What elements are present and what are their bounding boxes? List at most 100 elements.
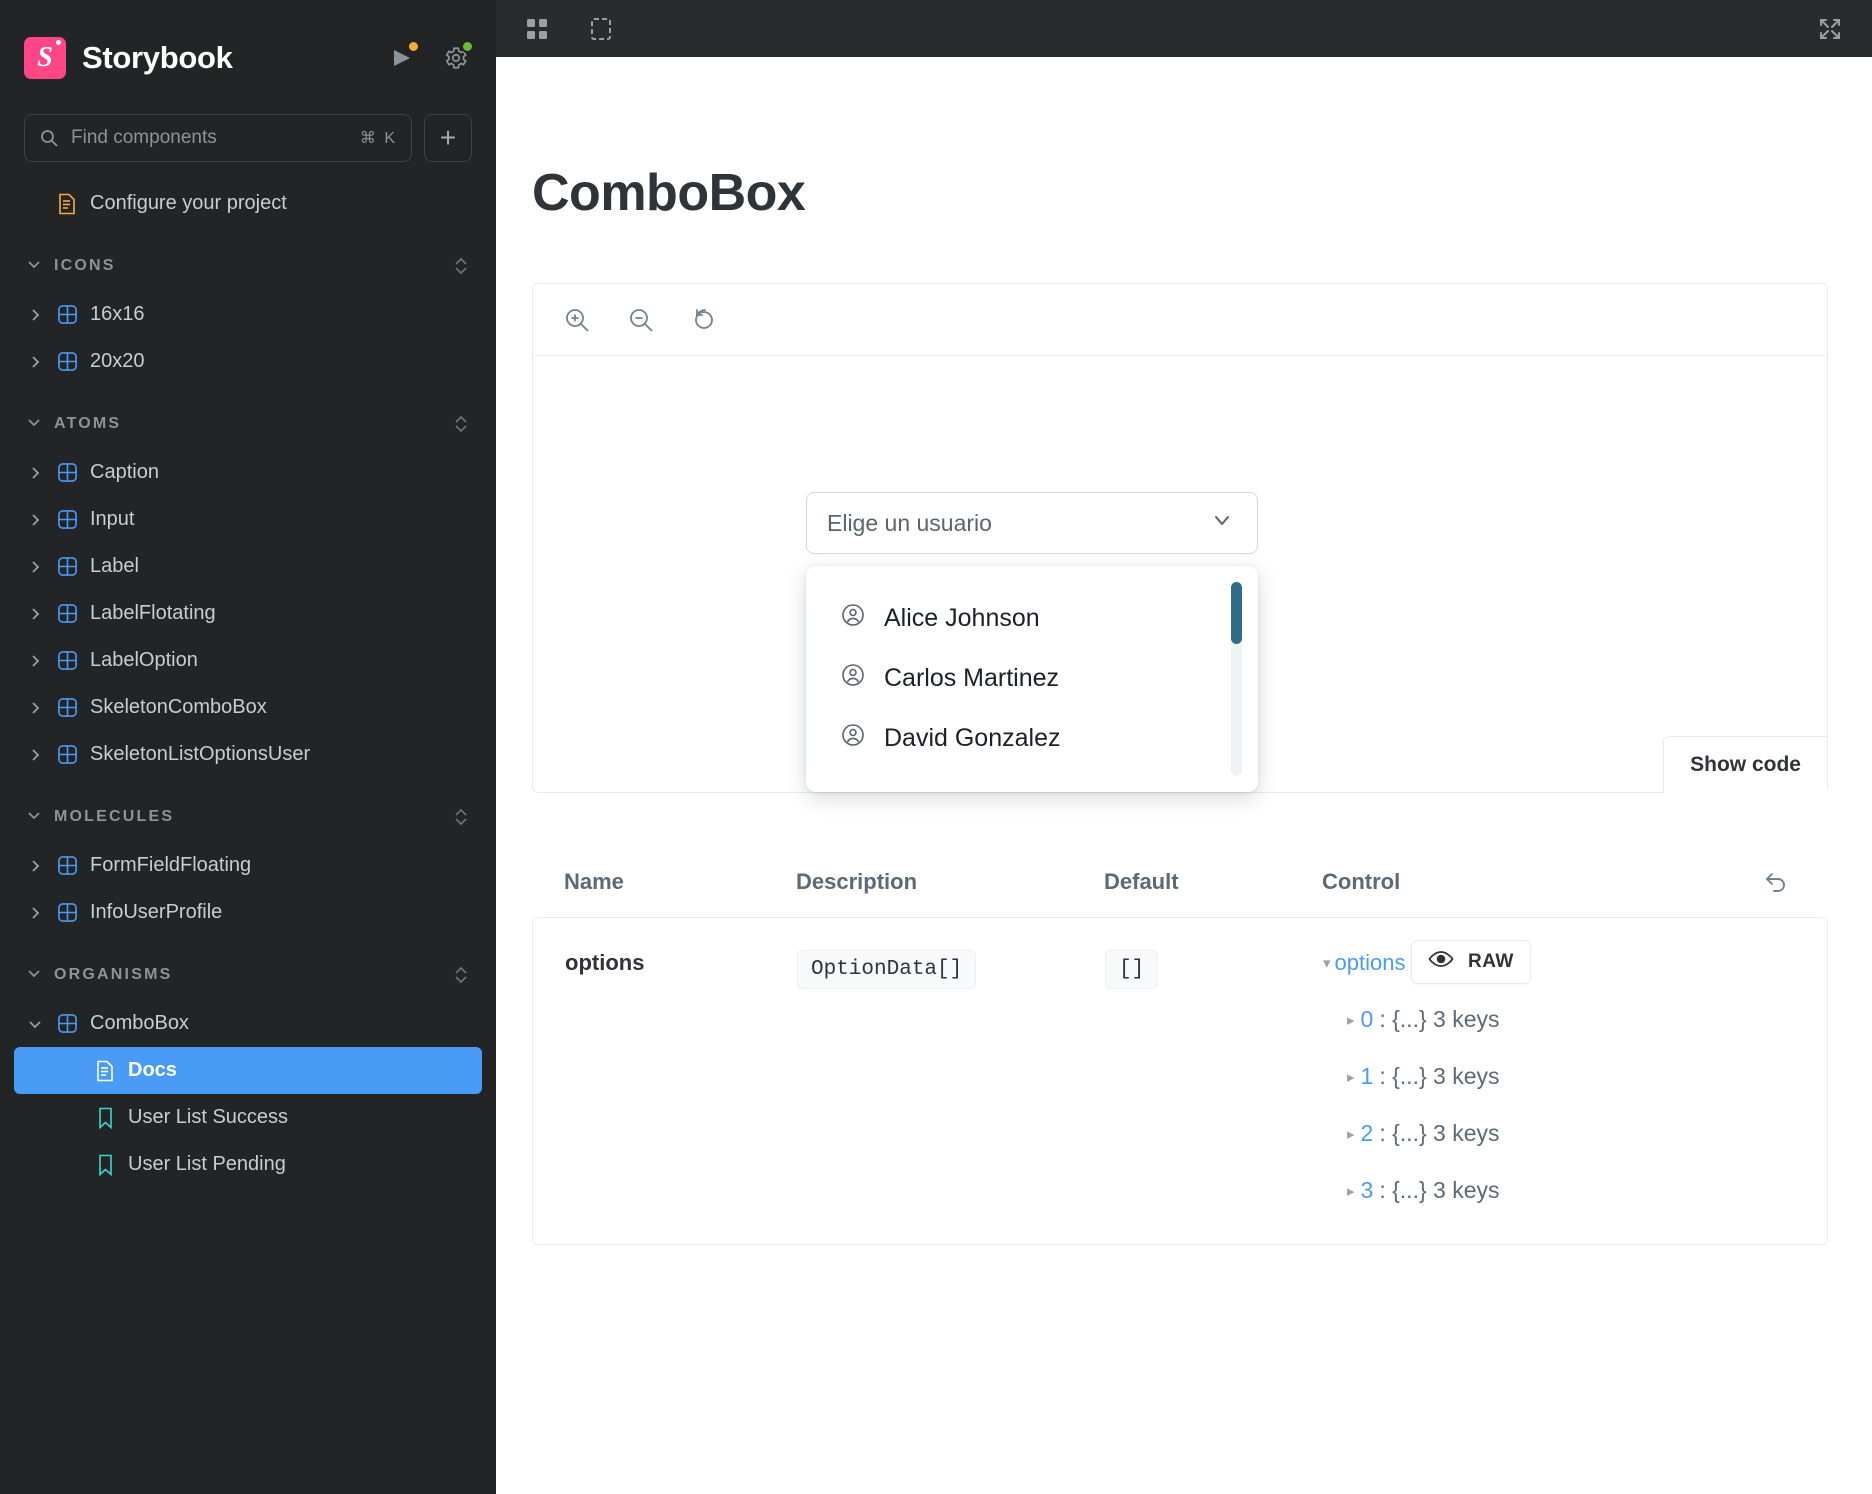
sidebar-item-user-list-success[interactable]: User List Success <box>14 1094 482 1141</box>
search-icon <box>41 130 58 147</box>
docs-icon <box>94 1060 116 1082</box>
args-table: Name Description Default Control options <box>532 869 1828 1245</box>
scrollbar-thumb[interactable] <box>1231 582 1242 644</box>
fullscreen-icon[interactable] <box>1816 15 1844 43</box>
list-item[interactable]: Carlos Martinez <box>806 648 1258 708</box>
show-code-button[interactable]: Show code <box>1663 736 1827 793</box>
expand-all-icon[interactable] <box>452 964 470 986</box>
add-component-button[interactable]: + <box>424 114 472 162</box>
triangle-down-icon[interactable]: ▾ <box>1323 954 1331 972</box>
type-pill: OptionData[] <box>797 950 977 989</box>
sidebar-item-skeletonlistoptionsuser[interactable]: SkeletonListOptionsUser <box>14 731 482 778</box>
preview-toolbar <box>533 284 1827 356</box>
sidebar-item-label: Docs <box>128 1059 177 1081</box>
json-summary: : {...} 3 keys <box>1379 1006 1500 1032</box>
sidebar-item-labeloption[interactable]: LabelOption <box>14 637 482 684</box>
column-header-name: Name <box>564 869 624 894</box>
settings-status-dot <box>461 40 474 53</box>
publish-icon[interactable] <box>386 40 420 74</box>
bookmark-icon <box>94 1154 116 1176</box>
json-child-row[interactable]: ▸ 1 : {...} 3 keys <box>1347 1063 1795 1090</box>
story-preview: Elige un usuario Alice Johnson Carlos Ma… <box>532 283 1828 793</box>
chevron-right-icon <box>26 308 44 322</box>
option-label: Carlos Martinez <box>884 663 1060 692</box>
sidebar-item-skeletoncombobox[interactable]: SkeletonComboBox <box>14 684 482 731</box>
sidebar-item-label: FormFieldFloating <box>90 854 252 876</box>
sidebar-item-16x16[interactable]: 16x16 <box>14 291 482 338</box>
eye-icon <box>1428 949 1454 975</box>
section-header-icons[interactable]: ICONS <box>14 241 482 291</box>
zoom-in-icon[interactable] <box>563 306 591 334</box>
combobox-input[interactable]: Elige un usuario <box>806 492 1258 554</box>
section-label: ATOMS <box>54 415 122 432</box>
list-item[interactable]: David Gonzalez <box>806 708 1258 768</box>
arg-default: [] <box>1105 950 1323 1204</box>
chevron-down-icon <box>26 414 42 435</box>
component-icon <box>56 744 78 766</box>
sidebar-item-formfieldfloating[interactable]: FormFieldFloating <box>14 842 482 889</box>
section-header-organisms[interactable]: ORGANISMS <box>14 950 482 1000</box>
sidebar-item-20x20[interactable]: 20x20 <box>14 338 482 385</box>
sidebar-item-user-list-pending[interactable]: User List Pending <box>14 1141 482 1188</box>
chevron-down-icon <box>26 1016 44 1032</box>
sidebar-item-caption[interactable]: Caption <box>14 449 482 496</box>
json-index: 2 <box>1360 1120 1374 1146</box>
expand-all-icon[interactable] <box>452 806 470 828</box>
plus-icon: + <box>439 122 457 153</box>
section-label: MOLECULES <box>54 808 175 825</box>
sidebar-item-infouserprofile[interactable]: InfoUserProfile <box>14 889 482 936</box>
triangle-right-icon[interactable]: ▸ <box>1347 1182 1355 1200</box>
sidebar-item-label: ComboBox <box>90 1012 189 1034</box>
chevron-right-icon <box>26 654 44 668</box>
raw-toggle-button[interactable]: RAW <box>1411 940 1531 984</box>
chevron-right-icon <box>26 701 44 715</box>
json-root-row[interactable]: ▾ options RAW <box>1323 940 1795 984</box>
measure-icon[interactable] <box>588 16 614 42</box>
expand-all-icon[interactable] <box>452 255 470 277</box>
json-index: 0 <box>1360 1006 1374 1032</box>
combobox-options-list[interactable]: Alice Johnson Carlos Martinez David Gonz… <box>806 566 1258 792</box>
sidebar-item-configure[interactable]: Configure your project <box>14 180 482 227</box>
sidebar-header-actions <box>386 40 474 74</box>
sidebar-item-label: InfoUserProfile <box>90 901 223 923</box>
logo-letter: S <box>37 42 53 73</box>
chevron-down-icon <box>26 965 42 986</box>
page-title: ComboBox <box>532 164 806 222</box>
chevron-down-icon[interactable] <box>1207 505 1237 541</box>
json-index: 1 <box>1360 1063 1374 1089</box>
main-panel: ComboBox Elige un usuario Alice Johnson … <box>496 0 1872 1494</box>
column-header-control: Control <box>1322 869 1401 894</box>
section-header-molecules[interactable]: MOLECULES <box>14 792 482 842</box>
docs-scroll-area[interactable]: ComboBox Elige un usuario Alice Johnson … <box>496 57 1872 1494</box>
expand-all-icon[interactable] <box>452 413 470 435</box>
storybook-logo[interactable]: S <box>24 37 66 79</box>
brand-title: Storybook <box>82 40 233 75</box>
option-label: David Gonzalez <box>884 723 1061 752</box>
sidebar-item-labelflotating[interactable]: LabelFlotating <box>14 590 482 637</box>
sidebar-header: S Storybook <box>0 0 496 86</box>
zoom-out-icon[interactable] <box>627 306 655 334</box>
zoom-reset-icon[interactable] <box>691 306 719 334</box>
search-input[interactable]: Find components ⌘ K <box>24 114 412 162</box>
triangle-right-icon[interactable]: ▸ <box>1347 1011 1355 1029</box>
json-child-row[interactable]: ▸ 2 : {...} 3 keys <box>1347 1120 1795 1147</box>
component-icon <box>56 351 78 373</box>
chevron-right-icon <box>26 607 44 621</box>
section-header-atoms[interactable]: ATOMS <box>14 399 482 449</box>
sidebar-item-label[interactable]: Label <box>14 543 482 590</box>
json-child-row[interactable]: ▸ 0 : {...} 3 keys <box>1347 1006 1795 1033</box>
json-child-row[interactable]: ▸ 3 : {...} 3 keys <box>1347 1177 1795 1204</box>
component-icon <box>56 697 78 719</box>
sidebar-item-label: Configure your project <box>90 192 287 214</box>
component-icon <box>56 556 78 578</box>
reset-icon[interactable] <box>1756 869 1796 895</box>
sidebar-item-docs[interactable]: Docs <box>14 1047 482 1094</box>
component-icon <box>56 462 78 484</box>
gear-icon[interactable] <box>440 40 474 74</box>
triangle-right-icon[interactable]: ▸ <box>1347 1068 1355 1086</box>
triangle-right-icon[interactable]: ▸ <box>1347 1125 1355 1143</box>
list-item[interactable]: Alice Johnson <box>806 588 1258 648</box>
sidebar-item-combobox[interactable]: ComboBox <box>14 1000 482 1047</box>
grid-view-icon[interactable] <box>524 16 550 42</box>
sidebar-item-input[interactable]: Input <box>14 496 482 543</box>
